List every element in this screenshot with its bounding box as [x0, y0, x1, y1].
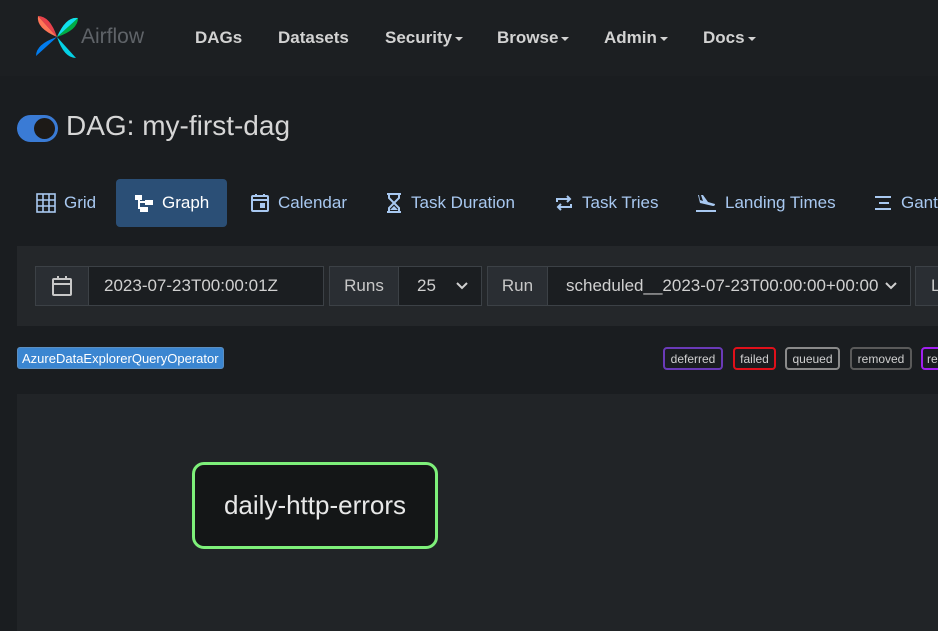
brand-name[interactable]: Airflow: [81, 25, 144, 49]
tab-landing-times[interactable]: Landing Times: [695, 179, 836, 227]
runs-select-value: 25: [417, 276, 436, 295]
nav-security-label: Security: [385, 28, 453, 47]
calendar-icon: [251, 194, 269, 212]
nav-dags[interactable]: DAGs: [195, 28, 242, 48]
date-picker-button[interactable]: [35, 266, 89, 306]
nav-admin-label: Admin: [604, 28, 657, 47]
run-label-text: Run: [501, 276, 534, 295]
base-date-input[interactable]: 2023-07-23T00:00:01Z: [88, 266, 324, 306]
chevron-down-icon: [561, 36, 570, 41]
run-select[interactable]: scheduled__2023-07-23T00:00:00+00:00: [547, 266, 911, 306]
tab-grid[interactable]: Grid: [36, 179, 96, 227]
runs-label: Runs: [329, 266, 399, 306]
nav-dags-label: DAGs: [195, 28, 243, 47]
gantt-icon: [875, 196, 891, 210]
hourglass-icon: [387, 193, 401, 213]
tab-gantt[interactable]: Gantt: [873, 179, 938, 227]
nav-datasets[interactable]: Datasets: [278, 28, 349, 48]
grid-icon: [36, 193, 56, 213]
toggle-knob: [34, 118, 55, 139]
state-legend-failed[interactable]: failed: [733, 347, 776, 370]
tab-calendar[interactable]: Calendar: [250, 179, 347, 227]
layout-label-text: L: [931, 276, 938, 295]
airflow-logo-icon[interactable]: [34, 14, 80, 60]
chevron-down-icon: [747, 36, 756, 41]
tab-task-tries[interactable]: Task Tries: [554, 179, 659, 227]
calendar-icon: [52, 276, 72, 296]
tab-graph-label: Graph: [162, 193, 210, 212]
state-legend-removed[interactable]: removed: [850, 347, 912, 370]
chevron-down-icon: [885, 282, 897, 290]
page-title: DAG: my-first-dag: [66, 110, 291, 141]
nav-docs-label: Docs: [703, 28, 745, 47]
nav-docs[interactable]: Docs: [703, 28, 756, 48]
graph-icon: [135, 195, 153, 212]
chevron-down-icon: [455, 36, 464, 41]
tab-task-tries-label: Task Tries: [582, 193, 659, 212]
tab-grid-label: Grid: [64, 193, 97, 212]
tab-gantt-label: Gantt: [901, 193, 938, 212]
tab-task-duration-label: Task Duration: [411, 193, 515, 212]
run-label: Run: [487, 266, 548, 306]
tab-landing-times-label: Landing Times: [725, 193, 836, 212]
nav-admin[interactable]: Admin: [604, 28, 668, 48]
nav-security[interactable]: Security: [385, 28, 464, 48]
dag-pause-toggle[interactable]: [17, 115, 58, 142]
top-navbar: Airflow DAGs Datasets Security Browse Ad…: [0, 0, 938, 76]
run-select-value: scheduled__2023-07-23T00:00:00+00:00: [566, 276, 879, 295]
tab-graph[interactable]: Graph: [116, 179, 228, 227]
nav-datasets-label: Datasets: [278, 28, 349, 47]
nav-browse-label: Browse: [497, 28, 559, 47]
state-legend-restarting[interactable]: re: [921, 347, 938, 370]
layout-label: L: [915, 266, 938, 306]
repeat-icon: [556, 195, 572, 211]
tab-calendar-label: Calendar: [278, 193, 347, 212]
operator-legend-badge[interactable]: AzureDataExplorerQueryOperator: [17, 347, 224, 369]
state-legend-queued[interactable]: queued: [785, 347, 840, 370]
nav-browse[interactable]: Browse: [497, 28, 570, 48]
task-node-daily-http-errors[interactable]: daily-http-errors: [192, 462, 438, 549]
state-legend-deferred[interactable]: deferred: [663, 347, 723, 370]
tab-task-duration[interactable]: Task Duration: [385, 179, 515, 227]
chevron-down-icon: [456, 282, 468, 290]
runs-label-text: Runs: [344, 276, 384, 295]
graph-canvas[interactable]: [17, 394, 938, 631]
chevron-down-icon: [659, 36, 668, 41]
plane-landing-icon: [696, 195, 716, 212]
base-date-value: 2023-07-23T00:00:01Z: [104, 276, 278, 295]
runs-select[interactable]: 25: [398, 266, 482, 306]
